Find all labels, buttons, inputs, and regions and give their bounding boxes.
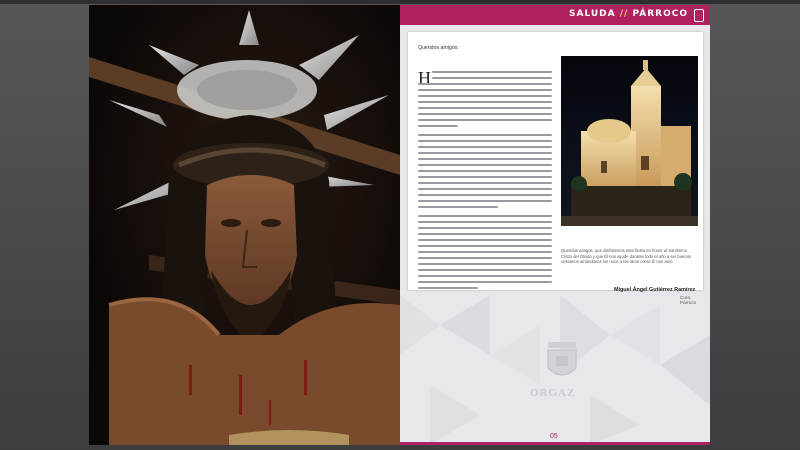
- left-page-photo: [89, 5, 400, 445]
- letter-greeting: Queridos amigos:: [418, 45, 459, 51]
- church-photo: [561, 56, 698, 226]
- signature-name: Miguel Ángel Gutiérrez Ramírez: [614, 287, 696, 293]
- town-name: ORGAZ: [530, 387, 576, 399]
- christ-image: [89, 5, 400, 445]
- letter-card: Queridos amigos: H Queridos amigos, que …: [408, 32, 703, 305]
- section-header-band: SALUDA // PÁRROCO: [400, 5, 710, 25]
- right-page: SALUDA // PÁRROCO Queridos amigos: H Que…: [400, 5, 710, 445]
- page-number: 05: [550, 433, 558, 440]
- section-title: SALUDA // PÁRROCO: [569, 9, 688, 19]
- bottom-accent-band: [400, 442, 710, 445]
- section-label: SALUDA: [569, 9, 616, 19]
- section-separator: //: [619, 9, 629, 19]
- subsection-label: PÁRROCO: [632, 9, 688, 19]
- church-icon: [694, 9, 704, 22]
- viewer-top-bar: [0, 0, 800, 4]
- town-crest-icon: [547, 342, 577, 376]
- viewer-background: SALUDA // PÁRROCO Queridos amigos: H Que…: [0, 0, 800, 450]
